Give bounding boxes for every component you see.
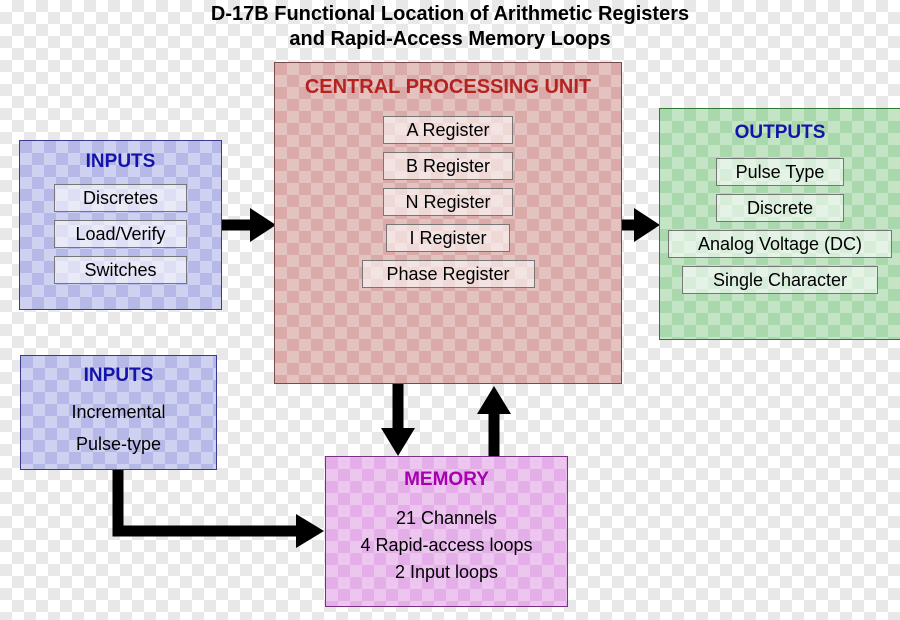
inputs-secondary-item-incremental: Incremental	[71, 402, 166, 422]
cpu-register-i: I Register	[386, 224, 510, 252]
inputs-secondary-item-pulse-type: Pulse-type	[75, 434, 162, 454]
arrow-inputs-to-cpu	[222, 208, 276, 242]
memory-box: MEMORY 21 Channels 4 Rapid-access loops …	[325, 456, 568, 607]
cpu-box: CENTRAL PROCESSING UNIT A Register B Reg…	[274, 62, 622, 384]
inputs-primary-box: INPUTS Discretes Load/Verify Switches	[19, 140, 222, 310]
inputs-secondary-header: INPUTS	[83, 365, 154, 386]
inputs-item-load-verify: Load/Verify	[54, 220, 187, 248]
arrow-cpu-to-outputs	[622, 208, 660, 242]
arrow-inputs-secondary-to-memory	[112, 470, 324, 548]
inputs-secondary-box: INPUTS Incremental Pulse-type	[20, 355, 217, 470]
outputs-box: OUTPUTS Pulse Type Discrete Analog Volta…	[659, 108, 900, 340]
diagram-canvas: D-17B Functional Location of Arithmetic …	[0, 0, 900, 620]
cpu-register-n: N Register	[383, 188, 513, 216]
outputs-item-analog-voltage: Analog Voltage (DC)	[668, 230, 892, 258]
diagram-title: D-17B Functional Location of Arithmetic …	[0, 0, 900, 52]
title-line-1: D-17B Functional Location of Arithmetic …	[210, 3, 690, 25]
outputs-item-discrete: Discrete	[716, 194, 844, 222]
memory-header: MEMORY	[404, 469, 489, 490]
cpu-register-a: A Register	[383, 116, 513, 144]
inputs-item-discretes: Discretes	[54, 184, 187, 212]
cpu-header: CENTRAL PROCESSING UNIT	[304, 76, 592, 98]
outputs-header: OUTPUTS	[734, 122, 826, 143]
outputs-item-pulse-type: Pulse Type	[716, 158, 844, 186]
memory-line-rapid-access-loops: 4 Rapid-access loops	[360, 535, 533, 555]
inputs-primary-header: INPUTS	[85, 151, 156, 172]
arrow-memory-to-cpu	[477, 386, 511, 456]
outputs-item-single-character: Single Character	[682, 266, 878, 294]
memory-line-input-loops: 2 Input loops	[394, 562, 499, 582]
arrow-cpu-to-memory	[381, 384, 415, 456]
cpu-register-phase: Phase Register	[361, 260, 535, 288]
title-line-2: and Rapid-Access Memory Loops	[289, 28, 611, 50]
inputs-item-switches: Switches	[54, 256, 187, 284]
cpu-register-b: B Register	[383, 152, 513, 180]
memory-line-channels: 21 Channels	[395, 508, 498, 528]
